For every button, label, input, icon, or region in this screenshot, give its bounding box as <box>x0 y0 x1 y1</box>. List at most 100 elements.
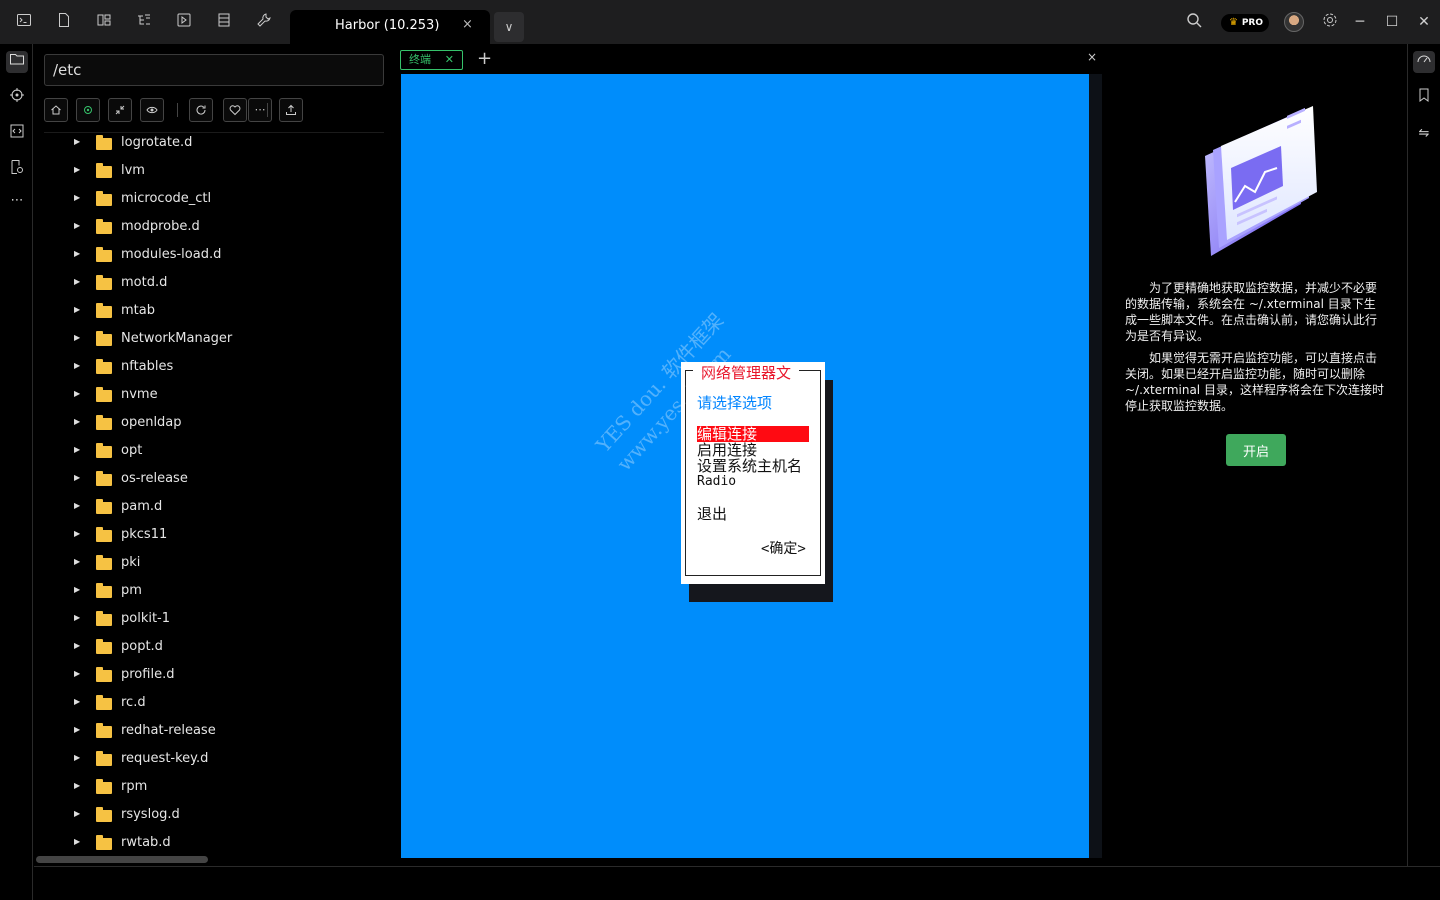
expand-arrow-icon[interactable]: ▶ <box>74 277 80 286</box>
tree-row[interactable]: ▶ nftables <box>34 354 396 382</box>
collapse-button[interactable] <box>108 98 132 122</box>
pro-badge[interactable]: ♛ PRO <box>1221 14 1269 32</box>
expand-arrow-icon[interactable]: ▶ <box>74 305 80 314</box>
horizontal-scrollbar[interactable] <box>36 856 208 863</box>
terminal-screen[interactable]: 网络管理器文 请选择选项 编辑连接 启用连接 设置系统主机名 Radio 退出 … <box>401 74 1089 858</box>
terminal-tab-close-icon[interactable]: ✕ <box>445 51 454 69</box>
expand-arrow-icon[interactable]: ▶ <box>74 389 80 398</box>
terminal-icon[interactable] <box>14 12 34 32</box>
session-tab[interactable]: Harbor (10.253) × <box>290 10 490 44</box>
avatar[interactable] <box>1284 12 1304 32</box>
favorite-button[interactable] <box>223 98 247 122</box>
upload-button[interactable] <box>279 98 303 122</box>
expand-arrow-icon[interactable]: ▶ <box>74 249 80 258</box>
tree-row[interactable]: ▶ microcode_ctl <box>34 186 396 214</box>
tree-row[interactable]: ▶ rwtab.d <box>34 830 396 858</box>
search-icon[interactable] <box>1184 12 1204 32</box>
dialog-option[interactable]: 设置系统主机名 <box>697 458 802 474</box>
tree-row[interactable]: ▶ mtab <box>34 298 396 326</box>
tree-row[interactable]: ▶ modules-load.d <box>34 242 396 270</box>
tree-row[interactable]: ▶ NetworkManager <box>34 326 396 354</box>
transfer-icon[interactable]: ⇋ <box>1413 123 1435 145</box>
tree-row[interactable]: ▶ lvm <box>34 158 396 186</box>
file-search-icon[interactable] <box>6 159 28 181</box>
tree-row[interactable]: ▶ os-release <box>34 466 396 494</box>
tree-row[interactable]: ▶ openldap <box>34 410 396 438</box>
expand-arrow-icon[interactable]: ▶ <box>74 473 80 482</box>
expand-arrow-icon[interactable]: ▶ <box>74 613 80 622</box>
dialog-option[interactable]: 启用连接 <box>697 442 757 458</box>
expand-arrow-icon[interactable]: ▶ <box>74 585 80 594</box>
expand-arrow-icon[interactable]: ▶ <box>74 417 80 426</box>
code-icon[interactable] <box>6 123 28 145</box>
tree-row[interactable]: ▶ rc.d <box>34 690 396 718</box>
terminal-scrollbar[interactable] <box>1089 74 1102 858</box>
enable-monitor-button[interactable]: 开启 <box>1226 434 1286 466</box>
tree-row[interactable]: ▶ popt.d <box>34 634 396 662</box>
expand-arrow-icon[interactable]: ▶ <box>74 641 80 650</box>
expand-arrow-icon[interactable]: ▶ <box>74 361 80 370</box>
tree-row[interactable]: ▶ pm <box>34 578 396 606</box>
expand-arrow-icon[interactable]: ▶ <box>74 165 80 174</box>
maximize-icon[interactable]: ☐ <box>1382 12 1402 32</box>
play-box-icon[interactable] <box>174 12 194 32</box>
tree-row[interactable]: ▶ pam.d <box>34 494 396 522</box>
locate-button[interactable] <box>76 98 100 122</box>
expand-arrow-icon[interactable]: ▶ <box>74 529 80 538</box>
tree-row[interactable]: ▶ nvme <box>34 382 396 410</box>
dialog-option[interactable]: 退出 <box>697 506 727 522</box>
bookmark-icon[interactable] <box>1413 87 1435 109</box>
layout-icon[interactable] <box>94 12 114 32</box>
more-actions-button[interactable]: ⋯ <box>248 98 272 122</box>
tree-row[interactable]: ▶ rsyslog.d <box>34 802 396 830</box>
wrench-icon[interactable] <box>254 12 274 32</box>
list-icon[interactable] <box>214 12 234 32</box>
tab-dropdown-button[interactable]: ∨ <box>494 12 524 42</box>
expand-arrow-icon[interactable]: ▶ <box>74 333 80 342</box>
dialog-option[interactable]: Radio <box>697 474 736 490</box>
expand-arrow-icon[interactable]: ▶ <box>74 445 80 454</box>
expand-arrow-icon[interactable]: ▶ <box>74 669 80 678</box>
tree-row[interactable]: ▶ polkit-1 <box>34 606 396 634</box>
expand-arrow-icon[interactable]: ▶ <box>74 697 80 706</box>
crosshair-icon[interactable] <box>6 87 28 109</box>
add-terminal-button[interactable]: + <box>477 48 492 69</box>
expand-arrow-icon[interactable]: ▶ <box>74 837 80 846</box>
expand-arrow-icon[interactable]: ▶ <box>74 725 80 734</box>
folder-icon[interactable] <box>6 51 28 73</box>
tree-row[interactable]: ▶ opt <box>34 438 396 466</box>
close-icon[interactable]: ✕ <box>1414 12 1434 32</box>
more-icon[interactable]: ⋯ <box>6 190 28 212</box>
refresh-button[interactable] <box>189 98 213 122</box>
expand-arrow-icon[interactable]: ▶ <box>74 781 80 790</box>
gear-icon[interactable] <box>1320 12 1340 32</box>
tree-row[interactable]: ▶ rpm <box>34 774 396 802</box>
tree-row[interactable]: ▶ request-key.d <box>34 746 396 774</box>
tree-row[interactable]: ▶ profile.d <box>34 662 396 690</box>
tree-row[interactable]: ▶ pkcs11 <box>34 522 396 550</box>
tree-icon[interactable] <box>134 12 154 32</box>
expand-arrow-icon[interactable]: ▶ <box>74 753 80 762</box>
tree-row[interactable]: ▶ redhat-release <box>34 718 396 746</box>
expand-arrow-icon[interactable]: ▶ <box>74 809 80 818</box>
dialog-option[interactable]: 编辑连接 <box>697 426 809 442</box>
expand-arrow-icon[interactable]: ▶ <box>74 501 80 510</box>
home-button[interactable] <box>44 98 68 122</box>
file-icon[interactable] <box>54 12 74 32</box>
tree-row[interactable]: ▶ modprobe.d <box>34 214 396 242</box>
dashboard-gauge-icon[interactable] <box>1413 51 1435 73</box>
dialog-ok-button[interactable]: <确定> <box>761 538 806 558</box>
tree-row[interactable]: ▶ motd.d <box>34 270 396 298</box>
expand-arrow-icon[interactable]: ▶ <box>74 137 80 146</box>
tree-row[interactable]: ▶ pki <box>34 550 396 578</box>
expand-arrow-icon[interactable]: ▶ <box>74 193 80 202</box>
eye-button[interactable] <box>140 98 164 122</box>
expand-arrow-icon[interactable]: ▶ <box>74 557 80 566</box>
expand-arrow-icon[interactable]: ▶ <box>74 221 80 230</box>
terminal-tab[interactable]: 终端 ✕ <box>400 50 463 70</box>
session-tab-close-icon[interactable]: × <box>462 17 473 32</box>
path-input[interactable] <box>44 54 384 86</box>
tree-row[interactable]: ▶ logrotate.d <box>34 134 396 158</box>
minimize-icon[interactable]: ─ <box>1350 12 1370 32</box>
terminal-panel-close-icon[interactable]: × <box>1087 50 1097 64</box>
